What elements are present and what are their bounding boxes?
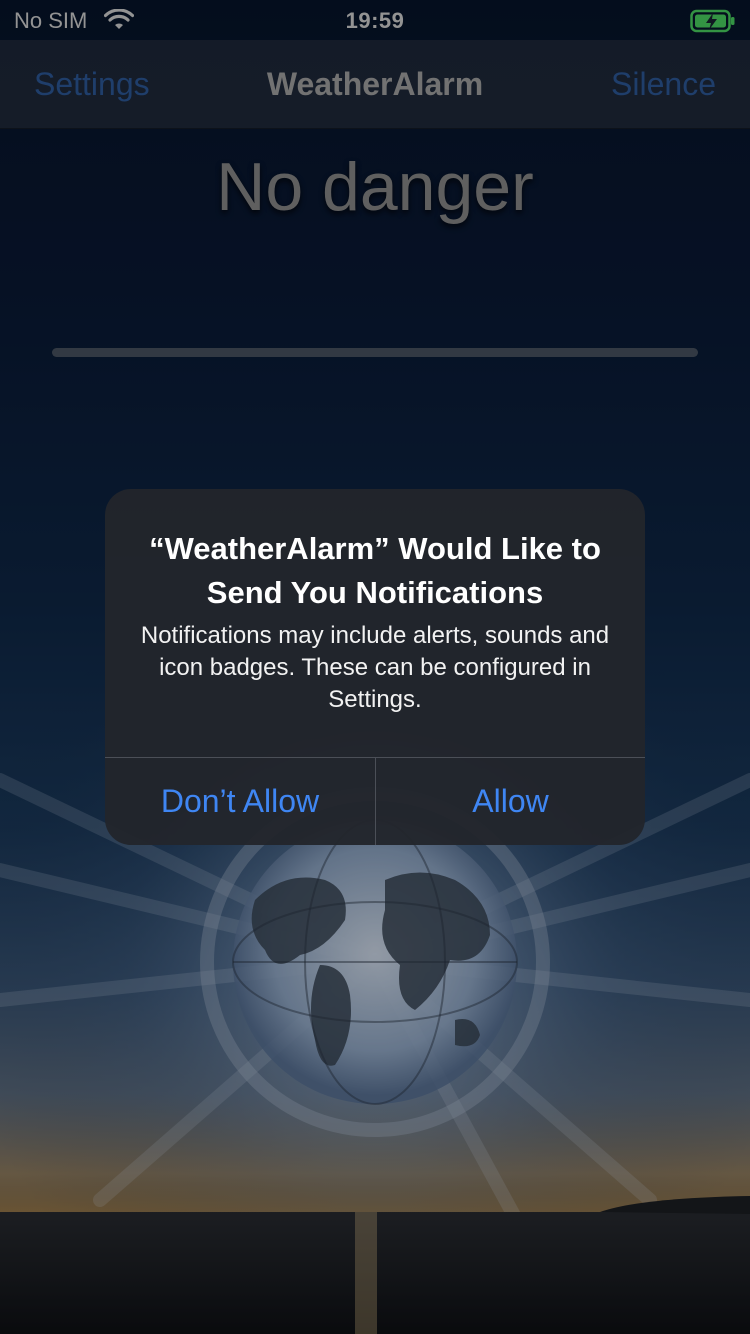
notification-permission-alert: “WeatherAlarm” Would Like to Send You No… bbox=[105, 489, 645, 845]
alert-title: “WeatherAlarm” Would Like to Send You No… bbox=[149, 531, 601, 610]
alert-message: Notifications may include alerts, sounds… bbox=[140, 622, 610, 713]
dont-allow-button[interactable]: Don’t Allow bbox=[105, 758, 375, 845]
app-screen: No SIM 19:59 Settings WeatherAlarm Silen… bbox=[0, 0, 750, 1334]
allow-button[interactable]: Allow bbox=[376, 758, 645, 845]
